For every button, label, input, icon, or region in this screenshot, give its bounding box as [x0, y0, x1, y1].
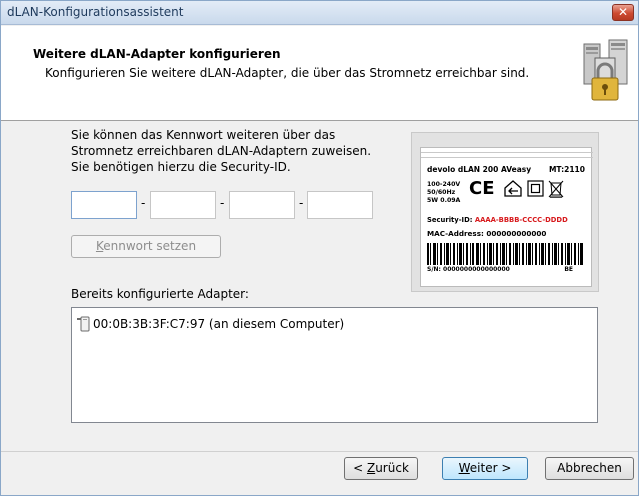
back-accel: Z — [366, 461, 376, 475]
security-id-field-3[interactable] — [229, 191, 295, 219]
security-id-field-1[interactable] — [71, 191, 137, 219]
cancel-label: Abbrechen — [557, 461, 622, 475]
adapter-label-illustration: devolo dLAN 200 AVeasy MT:2110 100-240V … — [411, 132, 599, 292]
intro-line-3: Sie benötigen hierzu die Security-ID. — [71, 160, 291, 174]
wizard-header: Weitere dLAN-Adapter konfigurieren Konfi… — [1, 26, 638, 121]
label-mac: MAC-Address: 000000000000 — [427, 229, 547, 238]
separator: - — [141, 196, 146, 210]
protection-class-icon — [527, 180, 544, 197]
barcode — [427, 243, 583, 265]
label-spec-power: 5W 0.09A — [427, 197, 461, 204]
cancel-button[interactable]: Abbrechen — [545, 457, 634, 480]
label-spec-voltage: 100-240V — [427, 181, 461, 188]
back-label: urück — [375, 461, 409, 475]
close-icon: ✕ — [617, 5, 629, 19]
window-title: dLAN-Konfigurationsassistent — [7, 5, 184, 19]
security-id-field-4[interactable] — [307, 191, 373, 219]
label-serial: S/N: 0000000000000000 — [427, 266, 510, 273]
ce-mark: CE — [469, 178, 495, 199]
security-id-field-2[interactable] — [150, 191, 216, 219]
label-spec-frequency: 50/60Hz — [427, 189, 456, 196]
footer-separator — [1, 451, 638, 452]
label-specs: 100-240V 50/60Hz 5W 0.09A — [427, 181, 460, 205]
label-country: BE — [564, 266, 573, 273]
close-button[interactable]: ✕ — [612, 4, 634, 21]
computers-padlock-icon — [583, 39, 628, 101]
adapter-label: devolo dLAN 200 AVeasy MT:2110 100-240V … — [420, 147, 593, 287]
next-label: eiter > — [469, 461, 512, 475]
intro-text: Sie können das Kennwort weiteren über da… — [71, 127, 371, 175]
wizard-window: dLAN-Konfigurationsassistent ✕ Weitere d… — [0, 0, 639, 496]
separator: - — [220, 196, 225, 210]
set-password-button[interactable]: Kennwort setzen — [71, 235, 221, 258]
separator: - — [299, 196, 304, 210]
dlan-adapter-icon — [77, 316, 90, 332]
list-item[interactable]: 00:0B:3B:3F:C7:97 (an diesem Computer) — [76, 316, 344, 332]
indoor-use-icon — [504, 180, 522, 197]
set-password-label: ennwort setzen — [103, 239, 197, 253]
page-title: Weitere dLAN-Adapter konfigurieren — [33, 47, 281, 61]
label-security-id-value: AAAA-BBBB-CCCC-DDDD — [474, 216, 568, 224]
next-button[interactable]: Weiter > — [442, 457, 528, 480]
intro-line-2: Stromnetz erreichbaren dLAN-Adaptern zuw… — [71, 144, 372, 158]
configured-adapters-label: Bereits konfigurierte Adapter: — [71, 287, 249, 301]
list-item-text: 00:0B:3B:3F:C7:97 (an diesem Computer) — [93, 317, 345, 331]
label-product: devolo dLAN 200 AVeasy — [427, 165, 532, 174]
page-subtitle: Konfigurieren Sie weitere dLAN-Adapter, … — [45, 66, 530, 80]
weee-bin-icon — [548, 180, 564, 198]
back-button[interactable]: < Zurück — [344, 457, 418, 480]
next-accel: W — [458, 461, 470, 475]
label-security-id: Security-ID: AAAA-BBBB-CCCC-DDDD — [427, 216, 568, 224]
title-bar[interactable]: dLAN-Konfigurationsassistent ✕ — [1, 1, 638, 25]
intro-line-1: Sie können das Kennwort weiteren über da… — [71, 128, 336, 142]
wizard-content: Sie können das Kennwort weiteren über da… — [1, 122, 638, 452]
label-model: MT:2110 — [548, 165, 585, 174]
configured-adapters-list[interactable]: 00:0B:3B:3F:C7:97 (an diesem Computer) — [71, 307, 598, 423]
